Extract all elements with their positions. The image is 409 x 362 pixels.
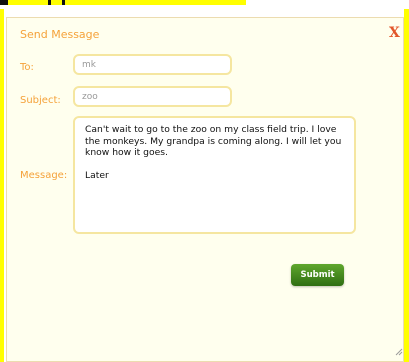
message-textarea[interactable]: Can't wait to go to the zoo on my class … xyxy=(73,116,356,234)
left-side-bar xyxy=(0,9,4,362)
close-icon[interactable]: X xyxy=(389,25,400,41)
send-message-dialog: Send Message X To: mk Subject: zoo Messa… xyxy=(6,17,404,362)
resize-grip-icon[interactable] xyxy=(395,348,403,356)
to-label: To: xyxy=(20,62,34,73)
top-strip-highlight xyxy=(8,0,246,5)
dialog-title: Send Message xyxy=(20,28,100,41)
submit-button[interactable]: Submit xyxy=(291,264,344,286)
screen: Send Message X To: mk Subject: zoo Messa… xyxy=(0,0,409,362)
subject-field[interactable]: zoo xyxy=(73,86,232,107)
subject-label: Subject: xyxy=(20,95,61,106)
top-strip-mark xyxy=(62,0,65,5)
message-label: Message: xyxy=(20,170,68,181)
top-strip xyxy=(0,0,409,5)
to-field[interactable]: mk xyxy=(73,54,232,75)
right-side-bar xyxy=(404,9,409,362)
top-strip-mark xyxy=(48,0,51,5)
top-strip-dark xyxy=(0,0,8,5)
